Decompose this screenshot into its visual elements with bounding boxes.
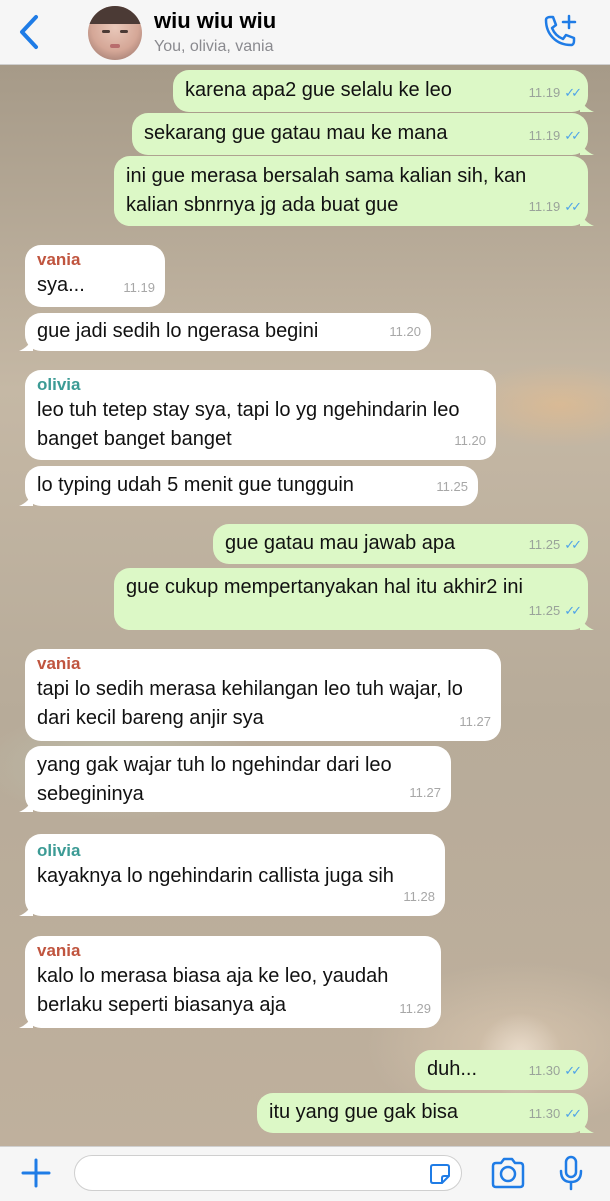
message-bubble[interactable]: karena apa2 gue selalu ke leo 11.19 ✓✓	[173, 70, 594, 112]
read-receipt-icon: ✓✓	[564, 537, 582, 552]
read-receipt-icon: ✓✓	[564, 1106, 582, 1121]
read-receipt-icon: ✓✓	[564, 85, 582, 100]
camera-icon[interactable]	[490, 1157, 526, 1189]
message-meta: 11.25 ✓✓	[529, 530, 582, 559]
read-receipt-icon: ✓✓	[564, 603, 582, 618]
message-bubble[interactable]: olivia leo tuh tetep stay sya, tapi lo y…	[25, 370, 496, 460]
bubble-tail	[19, 1014, 33, 1028]
message-meta: 11.30 ✓✓	[529, 1099, 582, 1128]
message-text: duh...	[427, 1058, 478, 1080]
message-input[interactable]	[87, 1162, 421, 1186]
message-meta: 11.25	[436, 479, 468, 494]
microphone-icon[interactable]	[558, 1155, 584, 1191]
bubble-tail	[19, 798, 33, 812]
message-meta: 11.29	[399, 1001, 431, 1016]
sender-name[interactable]: vania	[37, 249, 153, 271]
plus-icon[interactable]	[20, 1157, 52, 1189]
message-list[interactable]: karena apa2 gue selalu ke leo 11.19 ✓✓ se…	[0, 65, 610, 1146]
group-avatar[interactable]	[88, 6, 142, 60]
message-input-container[interactable]	[74, 1155, 462, 1191]
chat-title[interactable]: wiu wiu wiu	[154, 8, 276, 34]
message-meta: 11.19 ✓✓	[529, 192, 582, 221]
bubble-tail	[19, 902, 33, 916]
message-text: kayaknya lo ngehindarin callista juga si…	[37, 865, 394, 887]
message-bubble[interactable]: vania sya... 11.19	[25, 245, 165, 307]
chat-participants[interactable]: You, olivia, vania	[154, 38, 274, 56]
message-bubble[interactable]: yang gak wajar tuh lo ngehindar dari leo…	[19, 746, 451, 812]
message-bubble[interactable]: vania kalo lo merasa biasa aja ke leo, y…	[19, 936, 441, 1028]
message-text: gue gatau mau jawab apa	[225, 532, 456, 554]
message-meta: 11.28	[403, 889, 435, 904]
message-text: sya...	[37, 274, 85, 296]
message-bubble[interactable]: ini gue merasa bersalah sama kalian sih,…	[114, 156, 594, 226]
message-meta: 11.30 ✓✓	[529, 1056, 582, 1085]
message-bubble[interactable]: lo typing udah 5 menit gue tungguin 11.2…	[19, 466, 478, 506]
message-text: lo typing udah 5 menit gue tungguin	[37, 474, 354, 496]
phone-plus-icon[interactable]	[540, 14, 580, 50]
bubble-tail	[580, 141, 594, 155]
message-meta: 11.19	[123, 280, 155, 295]
message-text: itu yang gue gak bisa	[269, 1101, 459, 1123]
message-text: karena apa2 gue selalu ke leo	[185, 79, 452, 101]
message-text: gue jadi sedih lo ngerasa begini	[37, 320, 319, 342]
message-meta: 11.19 ✓✓	[529, 121, 582, 150]
bubble-tail	[580, 616, 594, 630]
message-bubble[interactable]: gue cukup mempertanyakan hal itu akhir2 …	[114, 568, 594, 630]
sticker-icon[interactable]	[429, 1163, 451, 1185]
message-composer	[0, 1146, 610, 1201]
message-meta: 11.20	[454, 433, 486, 448]
message-text: ini gue merasa bersalah sama kalian sih,…	[126, 165, 527, 216]
message-meta: 11.25 ✓✓	[529, 596, 582, 625]
sender-name[interactable]: olivia	[37, 840, 433, 862]
message-meta: 11.27	[409, 785, 441, 800]
bubble-tail	[19, 337, 33, 351]
message-bubble[interactable]: gue jadi sedih lo ngerasa begini 11.20	[19, 313, 431, 351]
message-text: kalo lo merasa biasa aja ke leo, yaudah …	[37, 965, 389, 1016]
message-text: tapi lo sedih merasa kehilangan leo tuh …	[37, 678, 463, 729]
message-bubble[interactable]: sekarang gue gatau mau ke mana 11.19 ✓✓	[132, 113, 594, 155]
message-text: gue cukup mempertanyakan hal itu akhir2 …	[126, 576, 523, 598]
read-receipt-icon: ✓✓	[564, 1063, 582, 1078]
message-meta: 11.19 ✓✓	[529, 78, 582, 107]
bubble-tail	[580, 212, 594, 226]
message-text: sekarang gue gatau mau ke mana	[144, 122, 448, 144]
read-receipt-icon: ✓✓	[564, 199, 582, 214]
message-bubble[interactable]: olivia kayaknya lo ngehindarin callista …	[19, 834, 445, 916]
message-meta: 11.27	[459, 714, 491, 729]
message-bubble[interactable]: gue gatau mau jawab apa 11.25 ✓✓	[213, 524, 588, 564]
bubble-tail	[580, 1119, 594, 1133]
message-text: leo tuh tetep stay sya, tapi lo yg ngehi…	[37, 399, 460, 450]
read-receipt-icon: ✓✓	[564, 128, 582, 143]
sender-name[interactable]: vania	[37, 940, 429, 962]
sender-name[interactable]: vania	[37, 653, 489, 675]
message-bubble[interactable]: itu yang gue gak bisa 11.30 ✓✓	[257, 1093, 594, 1133]
message-text: yang gak wajar tuh lo ngehindar dari leo…	[37, 754, 392, 805]
chevron-left-icon[interactable]	[14, 14, 44, 50]
message-meta: 11.20	[389, 324, 421, 339]
sender-name[interactable]: olivia	[37, 374, 484, 396]
bubble-tail	[580, 98, 594, 112]
message-bubble[interactable]: duh... 11.30 ✓✓	[415, 1050, 588, 1090]
message-bubble[interactable]: vania tapi lo sedih merasa kehilangan le…	[25, 649, 501, 741]
chat-header: wiu wiu wiu You, olivia, vania	[0, 0, 610, 65]
bubble-tail	[19, 492, 33, 506]
